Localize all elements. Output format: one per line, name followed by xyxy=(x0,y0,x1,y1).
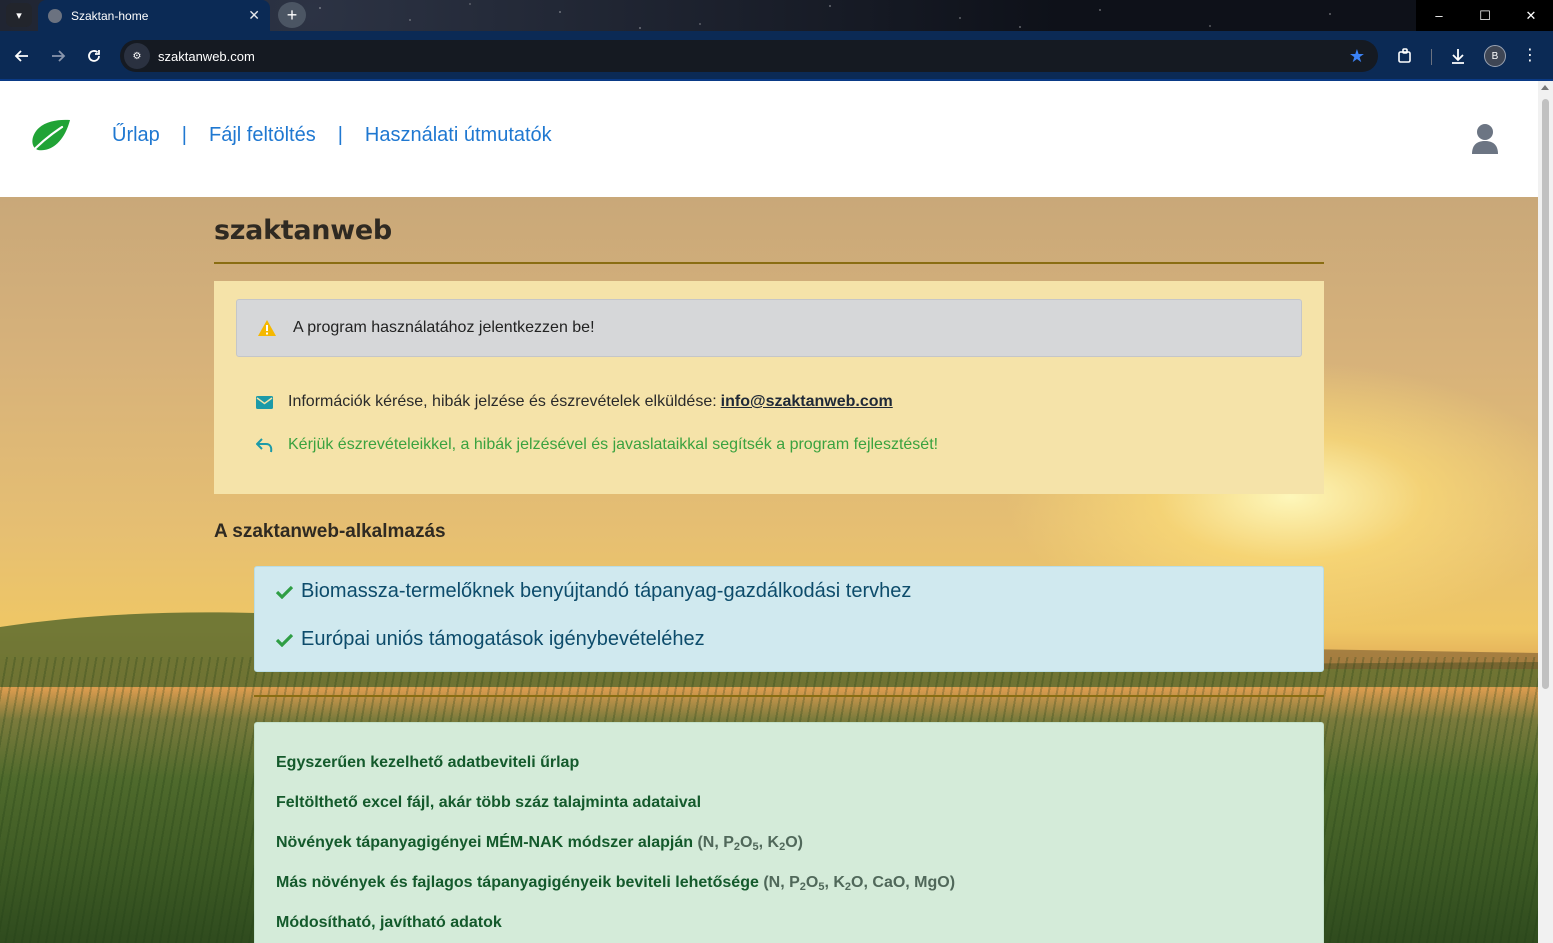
main-navigation: Űrlap | Fájl feltöltés | Használati útmu… xyxy=(112,124,552,147)
minimize-button[interactable]: – xyxy=(1416,0,1462,31)
tab-title: Szaktan-home xyxy=(71,8,149,23)
chevron-down-icon: ▾ xyxy=(16,9,22,22)
forward-button[interactable] xyxy=(46,44,70,68)
browser-tab-strip: ▾ Szaktan-home ✕ + – ☐ ✕ xyxy=(0,0,1553,31)
page-viewport: Űrlap | Fájl feltöltés | Használati útmu… xyxy=(0,81,1538,943)
purpose-list: Biomassza-termelőknek benyújtandó tápany… xyxy=(254,566,1324,672)
purpose-text: Biomassza-termelőknek benyújtandó tápany… xyxy=(301,580,912,602)
reload-button[interactable] xyxy=(82,44,106,68)
reply-arrow-icon xyxy=(256,437,273,452)
feedback-text: Kérjük észrevételeikkel, a hibák jelzésé… xyxy=(288,436,939,453)
back-button[interactable] xyxy=(10,44,34,68)
warning-triangle-icon xyxy=(258,320,276,336)
leaf-logo-icon[interactable] xyxy=(26,117,72,157)
page-scrollbar[interactable] xyxy=(1538,81,1553,943)
browser-tab-active[interactable]: Szaktan-home ✕ xyxy=(38,0,270,31)
extensions-icon[interactable] xyxy=(1394,45,1416,67)
nav-link-form[interactable]: Űrlap xyxy=(112,124,160,147)
title-divider xyxy=(214,262,1324,264)
more-menu-icon[interactable]: ⋮ xyxy=(1522,45,1538,65)
feature-text: Növények tápanyagigényei MÉM-NAK módszer… xyxy=(276,834,693,851)
feature-text: Módosítható, javítható adatok xyxy=(276,914,502,931)
nutrient-formula: (N, P2O5, K2O) xyxy=(697,834,803,853)
site-settings-icon[interactable]: ⚙ xyxy=(124,43,150,69)
tab-close-icon[interactable]: ✕ xyxy=(248,7,260,24)
feature-item: Módosítható, javítható adatok xyxy=(276,914,502,932)
purpose-text: Európai uniós támogatások igénybevételéh… xyxy=(301,628,705,650)
feature-item: Más növények és fajlagos tápanyagigényei… xyxy=(276,874,955,893)
notice-panel: A program használatához jelentkezzen be!… xyxy=(214,281,1324,494)
contact-info-line: Információk kérése, hibák jelzése és ész… xyxy=(256,393,893,411)
feature-text: Más növények és fajlagos tápanyagigényei… xyxy=(276,874,759,891)
features-list: Egyszerűen kezelhető adatbeviteli űrlap … xyxy=(254,722,1324,943)
feature-text: Egyszerűen kezelhető adatbeviteli űrlap xyxy=(276,754,580,771)
page-title: szaktanweb xyxy=(214,215,392,246)
contact-email-link[interactable]: info@szaktanweb.com xyxy=(721,393,893,411)
feature-item: Növények tápanyagigényei MÉM-NAK módszer… xyxy=(276,834,803,853)
feature-text: Feltölthető excel fájl, akár több száz t… xyxy=(276,794,702,811)
alert-text: A program használatához jelentkezzen be! xyxy=(293,319,595,336)
nav-separator: | xyxy=(337,124,343,146)
reload-icon xyxy=(88,50,100,62)
download-icon[interactable] xyxy=(1447,45,1469,67)
nutrient-formula: (N, P2O5, K2O, CaO, MgO) xyxy=(763,874,956,893)
close-window-button[interactable]: ✕ xyxy=(1508,0,1553,31)
user-account-icon[interactable] xyxy=(1470,122,1500,156)
globe-icon xyxy=(48,8,62,23)
login-warning-alert: A program használatához jelentkezzen be! xyxy=(236,299,1302,357)
contact-info-text: Információk kérése, hibák jelzése és ész… xyxy=(288,393,717,410)
scrollbar-thumb[interactable] xyxy=(1542,99,1549,689)
nav-separator: | xyxy=(181,124,187,146)
feedback-line: Kérjük észrevételeikkel, a hibák jelzésé… xyxy=(256,436,938,454)
checkmark-icon xyxy=(276,585,293,599)
tab-search-button[interactable]: ▾ xyxy=(6,3,32,27)
app-section-heading: A szaktanweb-alkalmazás xyxy=(214,521,446,542)
toolbar-divider xyxy=(1431,49,1432,65)
nav-link-file-upload[interactable]: Fájl feltöltés xyxy=(209,124,316,147)
feature-item: Feltölthető excel fájl, akár több száz t… xyxy=(276,794,701,812)
profile-avatar[interactable]: B xyxy=(1484,45,1506,67)
site-header: Űrlap | Fájl feltöltés | Használati útmu… xyxy=(0,81,1538,197)
feature-item: Egyszerűen kezelhető adatbeviteli űrlap xyxy=(276,754,579,772)
list-item: Biomassza-termelőknek benyújtandó tápany… xyxy=(276,580,911,603)
envelope-icon xyxy=(256,395,273,409)
checkmark-icon xyxy=(276,633,293,647)
list-item: Európai uniós támogatások igénybevételéh… xyxy=(276,628,705,651)
nav-link-user-guides[interactable]: Használati útmutatók xyxy=(365,124,552,147)
new-tab-button[interactable]: + xyxy=(278,2,306,28)
arrow-left-icon xyxy=(14,50,28,62)
maximize-button[interactable]: ☐ xyxy=(1462,0,1508,31)
hero-background: szaktanweb A program használatához jelen… xyxy=(0,197,1538,943)
scroll-up-arrow[interactable] xyxy=(1541,85,1549,90)
address-bar[interactable]: ⚙ szaktanweb.com ★ xyxy=(120,40,1378,72)
browser-toolbar: ⚙ szaktanweb.com ★ B ⋮ xyxy=(0,31,1553,81)
address-url[interactable]: szaktanweb.com xyxy=(158,49,1349,64)
bookmark-star-icon[interactable]: ★ xyxy=(1349,46,1365,67)
section-divider xyxy=(254,695,1324,697)
arrow-right-icon xyxy=(52,50,66,62)
